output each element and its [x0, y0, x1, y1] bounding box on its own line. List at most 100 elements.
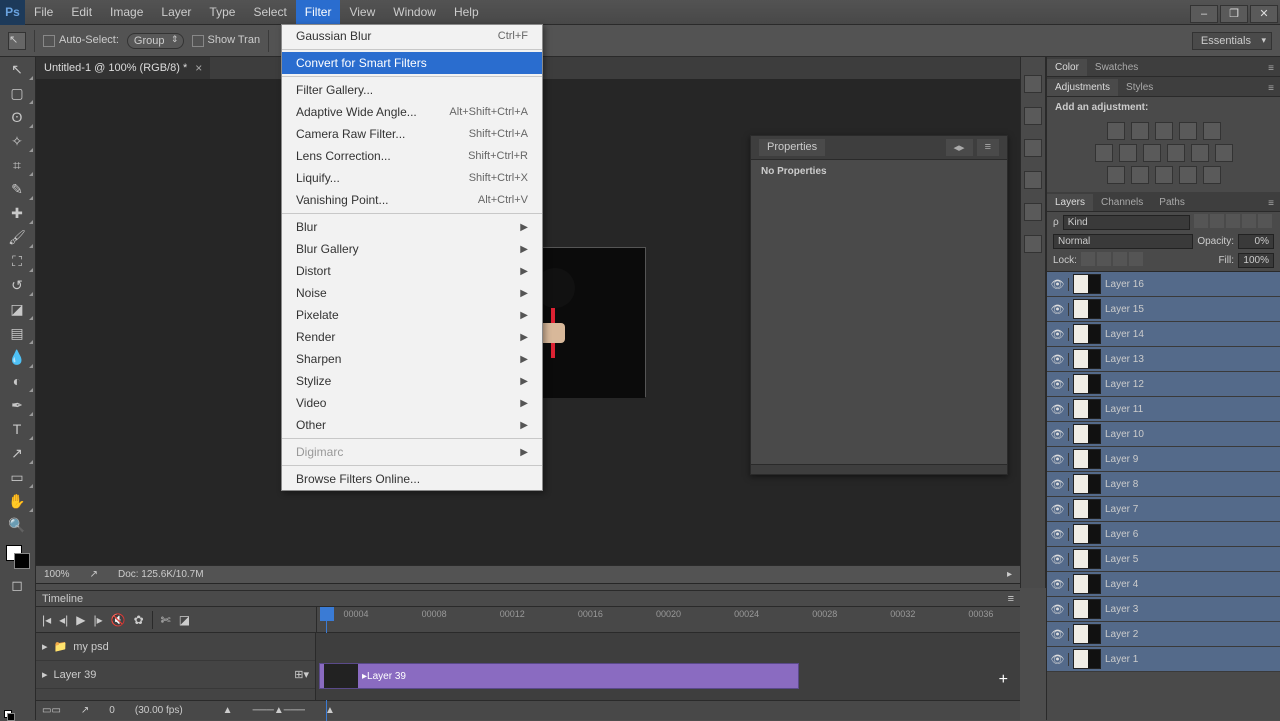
- menu-item[interactable]: Filter Gallery...: [282, 79, 542, 101]
- menu-help[interactable]: Help: [445, 0, 488, 24]
- opacity-value[interactable]: 0%: [1238, 234, 1274, 249]
- render-icon[interactable]: ↗: [81, 705, 89, 716]
- visibility-icon[interactable]: 👁: [1047, 328, 1069, 341]
- adj-mixer-icon[interactable]: [1191, 144, 1209, 162]
- menu-item[interactable]: Lens Correction...Shift+Ctrl+R: [282, 145, 542, 167]
- mute-icon[interactable]: 🔇: [111, 613, 126, 627]
- fill-value[interactable]: 100%: [1238, 253, 1274, 268]
- layer-row[interactable]: 👁Layer 2: [1047, 622, 1280, 647]
- layer-row[interactable]: 👁Layer 9: [1047, 447, 1280, 472]
- layer-row[interactable]: 👁Layer 16: [1047, 272, 1280, 297]
- split-icon[interactable]: ✄: [161, 613, 171, 627]
- menu-item[interactable]: Vanishing Point...Alt+Ctrl+V: [282, 189, 542, 211]
- visibility-icon[interactable]: 👁: [1047, 428, 1069, 441]
- dodge-tool-icon[interactable]: ◐: [0, 369, 34, 393]
- default-colors-icon[interactable]: [4, 710, 14, 720]
- visibility-icon[interactable]: 👁: [1047, 553, 1069, 566]
- adj-brightness-icon[interactable]: [1107, 122, 1125, 140]
- close-button[interactable]: ✕: [1250, 5, 1278, 23]
- layer-thumbnail[interactable]: [1073, 549, 1101, 569]
- adj-vibrance-icon[interactable]: [1203, 122, 1221, 140]
- menu-item-distort[interactable]: Distort▶: [282, 260, 542, 282]
- auto-select-target[interactable]: Group: [127, 33, 184, 49]
- layer-thumbnail[interactable]: [1073, 474, 1101, 494]
- auto-select-checkbox[interactable]: Auto-Select:: [43, 34, 119, 46]
- adj-posterize-icon[interactable]: [1131, 166, 1149, 184]
- menu-item-stylize[interactable]: Stylize▶: [282, 370, 542, 392]
- history-brush-icon[interactable]: ↺: [0, 273, 34, 297]
- export-icon[interactable]: ↗: [90, 569, 98, 580]
- tab-channels[interactable]: Channels: [1093, 194, 1151, 211]
- menu-item-render[interactable]: Render▶: [282, 326, 542, 348]
- layer-thumbnail[interactable]: [1073, 274, 1101, 294]
- panel-menu-icon[interactable]: ≡: [1262, 81, 1280, 96]
- layer-thumbnail[interactable]: [1073, 624, 1101, 644]
- layer-thumbnail[interactable]: [1073, 424, 1101, 444]
- visibility-icon[interactable]: 👁: [1047, 303, 1069, 316]
- layer-row[interactable]: 👁Layer 15: [1047, 297, 1280, 322]
- brush-tool-icon[interactable]: 🖌: [0, 225, 34, 249]
- menu-item[interactable]: Camera Raw Filter...Shift+Ctrl+A: [282, 123, 542, 145]
- properties-resize[interactable]: [751, 464, 1007, 474]
- menu-item-browse-filters[interactable]: Browse Filters Online...: [282, 468, 542, 490]
- adj-invert-icon[interactable]: [1107, 166, 1125, 184]
- character-panel-icon[interactable]: [1024, 203, 1042, 221]
- eraser-tool-icon[interactable]: ◪: [0, 297, 34, 321]
- menu-item[interactable]: Liquify...Shift+Ctrl+X: [282, 167, 542, 189]
- layer-row[interactable]: 👁Layer 4: [1047, 572, 1280, 597]
- first-frame-icon[interactable]: |◂: [42, 613, 51, 627]
- menu-item-sharpen[interactable]: Sharpen▶: [282, 348, 542, 370]
- layer-thumbnail[interactable]: [1073, 449, 1101, 469]
- show-transform-checkbox[interactable]: Show Tran: [192, 34, 261, 46]
- visibility-icon[interactable]: 👁: [1047, 453, 1069, 466]
- adj-exposure-icon[interactable]: [1179, 122, 1197, 140]
- visibility-icon[interactable]: 👁: [1047, 628, 1069, 641]
- panel-menu-icon[interactable]: ≡: [977, 139, 999, 156]
- hand-tool-icon[interactable]: ✋: [0, 489, 34, 513]
- layer-row[interactable]: 👁Layer 12: [1047, 372, 1280, 397]
- visibility-icon[interactable]: 👁: [1047, 528, 1069, 541]
- adj-hsl-icon[interactable]: [1095, 144, 1113, 162]
- menu-select[interactable]: Select: [244, 0, 295, 24]
- timeline-tracks[interactable]: ▸ Layer 39 +: [316, 633, 1020, 700]
- disclosure-icon[interactable]: ▸: [42, 668, 48, 681]
- zoom-tool-icon[interactable]: 🔍: [0, 513, 34, 537]
- visibility-icon[interactable]: 👁: [1047, 478, 1069, 491]
- layer-thumbnail[interactable]: [1073, 374, 1101, 394]
- collapse-icon[interactable]: ◂▸: [946, 139, 973, 156]
- maximize-button[interactable]: ❐: [1220, 5, 1248, 23]
- properties-tab[interactable]: Properties: [759, 139, 825, 156]
- pen-tool-icon[interactable]: ✒: [0, 393, 34, 417]
- layer-thumbnail[interactable]: [1073, 349, 1101, 369]
- visibility-icon[interactable]: 👁: [1047, 603, 1069, 616]
- menu-item-smart-filters[interactable]: Convert for Smart Filters: [282, 52, 542, 74]
- clone-panel-icon[interactable]: [1024, 171, 1042, 189]
- stamp-tool-icon[interactable]: ⛶: [0, 249, 34, 273]
- adj-balance-icon[interactable]: [1119, 144, 1137, 162]
- layer-row[interactable]: 👁Layer 3: [1047, 597, 1280, 622]
- panel-menu-icon[interactable]: ≡: [1008, 593, 1014, 605]
- layer-filter-type[interactable]: Kind: [1063, 215, 1190, 230]
- layer-row[interactable]: 👁Layer 13: [1047, 347, 1280, 372]
- layer-thumbnail[interactable]: [1073, 499, 1101, 519]
- layer-row[interactable]: 👁Layer 1: [1047, 647, 1280, 672]
- layer-thumbnail[interactable]: [1073, 649, 1101, 669]
- menu-item-other[interactable]: Other▶: [282, 414, 542, 436]
- menu-item-noise[interactable]: Noise▶: [282, 282, 542, 304]
- paragraph-panel-icon[interactable]: [1024, 235, 1042, 253]
- layer-thumbnail[interactable]: [1073, 574, 1101, 594]
- menu-item-video[interactable]: Video▶: [282, 392, 542, 414]
- menu-file[interactable]: File: [25, 0, 62, 24]
- adj-curves-icon[interactable]: [1155, 122, 1173, 140]
- path-tool-icon[interactable]: ↗: [0, 441, 34, 465]
- lock-icons[interactable]: [1081, 252, 1145, 269]
- visibility-icon[interactable]: 👁: [1047, 353, 1069, 366]
- move-tool-preset-icon[interactable]: ↖: [8, 32, 26, 50]
- menu-item-pixelate[interactable]: Pixelate▶: [282, 304, 542, 326]
- visibility-icon[interactable]: 👁: [1047, 503, 1069, 516]
- menu-image[interactable]: Image: [101, 0, 152, 24]
- menu-item[interactable]: Adaptive Wide Angle...Alt+Shift+Ctrl+A: [282, 101, 542, 123]
- menu-item-last-filter[interactable]: Gaussian BlurCtrl+F: [282, 25, 542, 47]
- adj-bw-icon[interactable]: [1143, 144, 1161, 162]
- visibility-icon[interactable]: 👁: [1047, 278, 1069, 291]
